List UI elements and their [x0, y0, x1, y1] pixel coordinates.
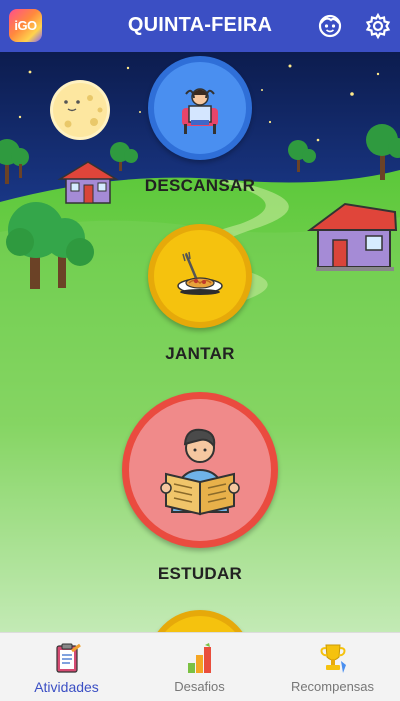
spaghetti-plate-icon [177, 251, 223, 295]
moon-icon [50, 80, 110, 140]
activity-label: JANTAR [165, 344, 235, 363]
resting-person-icon [182, 88, 218, 134]
reading-student-icon [160, 428, 240, 516]
nav-item-recompensas[interactable]: Recompensas [266, 633, 399, 701]
activity-label: ESTUDAR [157, 564, 243, 583]
settings-gear-icon[interactable] [364, 12, 392, 40]
nav-item-desafios[interactable]: Desafios [133, 633, 266, 701]
activity-descansar-button[interactable] [148, 56, 252, 160]
activity-jantar-button[interactable] [148, 224, 252, 328]
nav-label: Desafios [174, 679, 225, 694]
nav-item-atividades[interactable]: Atividades [0, 633, 133, 701]
clipboard-icon [55, 643, 81, 673]
bottom-navigation: Atividades Desafios Recompensas [0, 632, 400, 701]
bar-chart-icon [187, 643, 211, 673]
activity-estudar-button[interactable] [122, 392, 278, 548]
nav-label: Recompensas [290, 679, 375, 694]
activity-scene: DESCANSAR JANTAR ESTUDAR [0, 52, 400, 632]
activity-label: DESCANSAR [144, 176, 256, 195]
trophy-icon [320, 644, 346, 673]
kid-face-icon[interactable] [316, 12, 344, 40]
app-header: iGO QUINTA-FEIRA [0, 0, 400, 52]
nav-label: Atividades [34, 679, 99, 695]
